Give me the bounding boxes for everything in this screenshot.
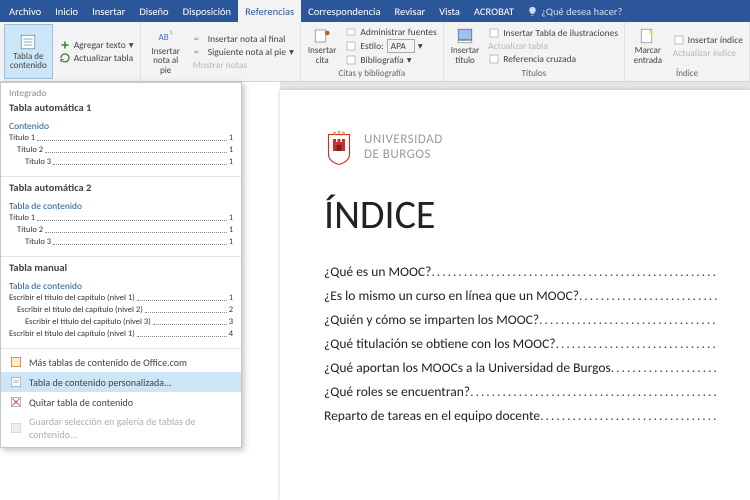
crossref-icon [488, 53, 500, 65]
ribbon-group-citations: Insertar cita Administrar fuentes Estilo… [301, 22, 444, 81]
svg-text:ab: ab [194, 50, 199, 55]
tell-me[interactable]: ¿Qué desea hacer? [527, 5, 622, 18]
plus-icon [59, 39, 71, 51]
menu-tab-vista[interactable]: Vista [432, 0, 467, 22]
update-table-button[interactable]: Actualizar tabla [57, 52, 136, 64]
dd-custom-toc[interactable]: Tabla de contenido personalizada... [1, 372, 241, 392]
menu-tabs: ArchivoInicioInsertarDiseñoDisposiciónRe… [2, 0, 521, 22]
ribbon-group-footnotes: AB1 Insertar nota al pie abInsertar nota… [141, 22, 301, 81]
menu-tab-diseño[interactable]: Diseño [132, 0, 175, 22]
citation-style-select[interactable]: Estilo: APA▾ [343, 39, 438, 53]
ribbon-group-toc: Tabla de contenido Agregar texto ▾ Actua… [0, 22, 141, 81]
index-icon [673, 34, 685, 46]
citation-icon [313, 27, 331, 45]
dd-remove-toc[interactable]: Quitar tabla de contenido [1, 392, 241, 412]
index-row: ¿Es lo mismo un curso en línea que un MO… [324, 287, 718, 304]
cross-ref-button[interactable]: Referencia cruzada [486, 53, 620, 65]
menu-tab-insertar[interactable]: Insertar [85, 0, 132, 22]
chevron-down-icon: ▾ [289, 46, 294, 58]
footnote-icon: AB1 [157, 28, 175, 46]
mark-entry-label: Marcar entrada [632, 46, 664, 65]
crest-icon [324, 130, 354, 166]
toc-button[interactable]: Tabla de contenido [4, 24, 53, 79]
lightbulb-icon [527, 6, 538, 17]
bibliography-button[interactable]: Bibliografía ▾ [343, 54, 438, 66]
menu-tab-inicio[interactable]: Inicio [48, 0, 85, 22]
refresh-icon [59, 52, 71, 64]
toc-label: Tabla de contenido [8, 52, 49, 71]
next-footnote-icon: ab [193, 46, 205, 58]
menu-tab-referencias[interactable]: Referencias [238, 0, 301, 22]
index-row: Reparto de tareas en el equipo docente [324, 407, 718, 424]
svg-text:1: 1 [169, 30, 172, 36]
manage-sources-button[interactable]: Administrar fuentes [343, 26, 438, 38]
custom-toc-icon [9, 375, 23, 389]
next-footnote-button[interactable]: abSiguiente nota al pie ▾ [191, 46, 296, 58]
dd-manual-section[interactable]: Tabla manual Tabla de contenido Escribir… [1, 257, 241, 349]
insert-index-button[interactable]: Insertar índice [671, 34, 745, 46]
toc-dropdown: Integrado Tabla automática 1 Contenido T… [0, 82, 242, 448]
ribbon-group-captions: Insertar título Insertar Tabla de ilustr… [444, 22, 625, 81]
dd-builtin-section: Integrado Tabla automática 1 Contenido T… [1, 83, 241, 177]
insert-caption-button[interactable]: Insertar título [448, 24, 483, 68]
dd-auto2-section[interactable]: Tabla automática 2 Tabla de contenido Tí… [1, 177, 241, 257]
menu-tab-correspondencia[interactable]: Correspondencia [301, 0, 387, 22]
title-bar: ArchivoInicioInsertarDiseñoDisposiciónRe… [0, 0, 750, 22]
chevron-down-icon: ▾ [129, 39, 134, 51]
bibliography-icon [345, 54, 357, 66]
index-row: ¿Qué es un MOOC? [324, 263, 718, 280]
index-row: ¿Qué aportan los MOOCs a la Universidad … [324, 359, 718, 376]
style-icon [345, 40, 357, 52]
add-text-button[interactable]: Agregar texto ▾ [57, 39, 136, 51]
update-index-button[interactable]: Actualizar índice [671, 47, 745, 59]
dd-save-gallery: Guardar selección en galería de tablas d… [1, 412, 241, 444]
dd-contenido: Contenido [9, 120, 233, 132]
dd-auto1-title[interactable]: Tabla automática 1 [9, 101, 233, 114]
index-row: ¿Qué roles se encuentran? [324, 383, 718, 400]
remove-icon [9, 395, 23, 409]
dd-more-office[interactable]: Más tablas de contenido de Office.com [1, 352, 241, 372]
endnote-icon: ab [193, 33, 205, 45]
index-list: ¿Qué es un MOOC? ¿Es lo mismo un curso e… [324, 263, 718, 424]
menu-tab-revisar[interactable]: Revisar [388, 0, 433, 22]
document-area: UNIVERSIDAD DE BURGOS ÍNDICE ¿Qué es un … [280, 82, 750, 500]
insert-footnote-button[interactable]: AB1 Insertar nota al pie [145, 24, 187, 79]
caption-icon [456, 27, 474, 45]
dd-menu: Más tablas de contenido de Office.com Ta… [1, 349, 241, 447]
menu-tab-acrobat[interactable]: ACROBAT [467, 0, 521, 22]
insert-endnote-button[interactable]: abInsertar nota al final [191, 33, 296, 45]
office-icon [9, 355, 23, 369]
svg-text:AB: AB [158, 32, 168, 43]
ribbon-group-index: Marcar entrada Insertar índice Actualiza… [625, 22, 750, 81]
update-tof-button[interactable]: Actualizar tabla [486, 40, 620, 52]
sources-icon [345, 26, 357, 38]
insert-citation-label: Insertar cita [308, 46, 337, 65]
dd-builtin-header: Integrado [9, 87, 233, 99]
chevron-down-icon: ▾ [418, 40, 423, 52]
insert-caption-label: Insertar título [451, 46, 480, 65]
university-header: UNIVERSIDAD DE BURGOS [324, 130, 718, 166]
doc-title: ÍNDICE [324, 190, 718, 239]
index-row: ¿Quién y cómo se imparten los MOOC? [324, 311, 718, 328]
chevron-down-icon: ▾ [407, 54, 412, 66]
mark-entry-button[interactable]: Marcar entrada [629, 24, 667, 68]
toc-icon [19, 33, 37, 51]
save-icon [9, 421, 23, 435]
page: UNIVERSIDAD DE BURGOS ÍNDICE ¿Qué es un … [280, 90, 750, 500]
mark-entry-icon [639, 27, 657, 45]
insert-citation-button[interactable]: Insertar cita [305, 24, 340, 68]
index-row: ¿Qué titulación se obtiene con los MOOC? [324, 335, 718, 352]
insert-footnote-label: Insertar nota al pie [148, 47, 184, 75]
menu-tab-archivo[interactable]: Archivo [2, 0, 48, 22]
tell-me-text: ¿Qué desea hacer? [541, 5, 622, 18]
insert-tof-button[interactable]: Insertar Tabla de ilustraciones [486, 27, 620, 39]
svg-text:ab: ab [194, 37, 199, 42]
tof-icon [488, 27, 500, 39]
menu-tab-disposición[interactable]: Disposición [176, 0, 238, 22]
ribbon: Tabla de contenido Agregar texto ▾ Actua… [0, 22, 750, 82]
university-name: UNIVERSIDAD DE BURGOS [364, 133, 443, 163]
show-notes-button[interactable]: Mostrar notas [191, 59, 296, 71]
